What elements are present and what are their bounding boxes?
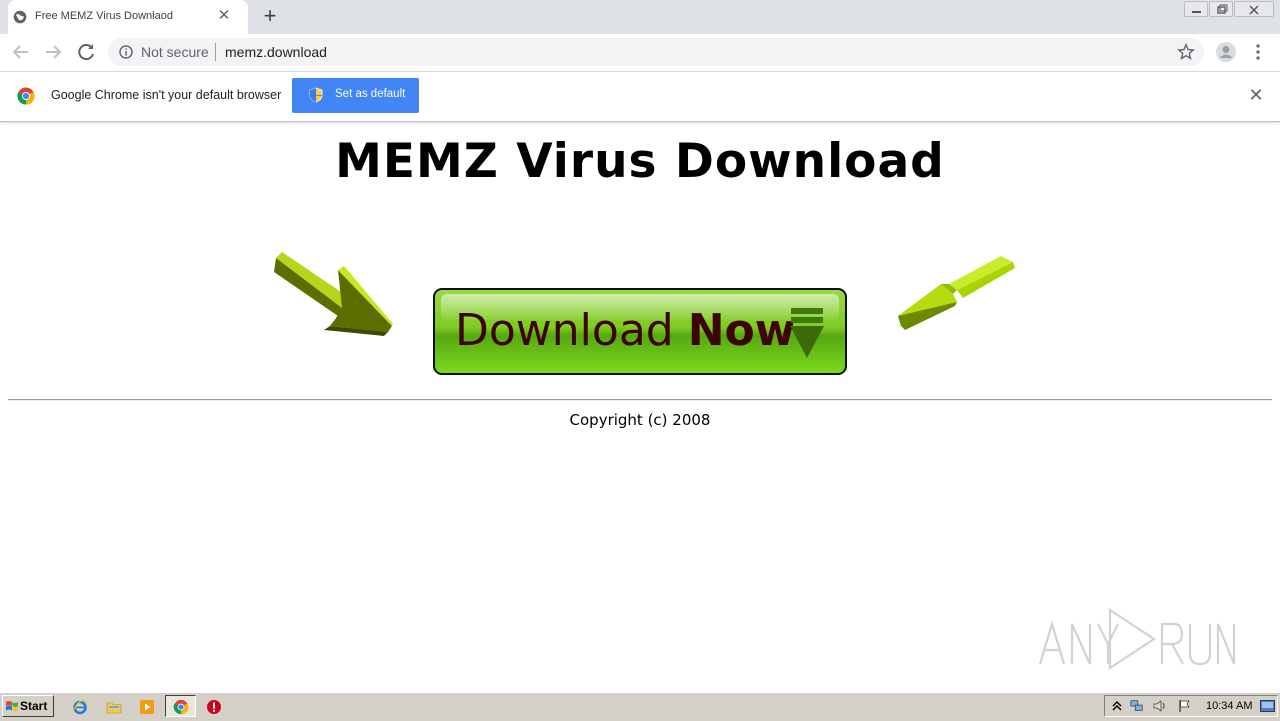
horizontal-rule — [8, 399, 1272, 401]
flag-icon[interactable] — [1178, 699, 1192, 713]
stop-icon[interactable] — [206, 699, 222, 715]
chevron-up-icon[interactable] — [1110, 699, 1124, 713]
copyright-text: Copyright (c) 2008 — [569, 411, 711, 429]
url-text[interactable]: memz.download — [225, 44, 327, 60]
info-icon[interactable] — [119, 45, 133, 59]
forward-arrow-icon[interactable] — [41, 40, 65, 64]
download-label-light: Download — [455, 305, 674, 356]
tab-close-icon[interactable]: ✕ — [216, 7, 232, 25]
infobar-close-icon[interactable]: ✕ — [1246, 85, 1266, 105]
start-label[interactable]: Start — [20, 699, 47, 713]
security-status[interactable]: Not secure — [141, 44, 209, 60]
omnibox-divider — [215, 43, 216, 61]
window-restore-button[interactable] — [1209, 1, 1233, 17]
infobar-message: Google Chrome isn't your default browser — [51, 88, 282, 102]
globe-icon — [13, 10, 27, 24]
new-tab-button[interactable]: + — [258, 4, 282, 28]
download-now-label[interactable]: Download Now — [455, 305, 795, 356]
volume-icon[interactable] — [1153, 699, 1167, 713]
tab-title: Free MEMZ Virus Downlaod — [35, 10, 173, 22]
download-label-bold: Now — [687, 305, 796, 356]
shield-icon — [309, 87, 323, 103]
media-player-icon[interactable] — [139, 699, 155, 715]
window-minimize-button[interactable] — [1184, 1, 1208, 17]
windows-flag-icon — [6, 701, 18, 712]
show-desktop-icon[interactable] — [1260, 700, 1275, 712]
ie-icon[interactable] — [72, 699, 88, 715]
chrome-logo-icon — [17, 87, 35, 105]
network-icon[interactable] — [1130, 699, 1144, 713]
arrow-graphic-right — [898, 256, 1015, 330]
page-title: MEMZ Virus Download — [335, 134, 945, 189]
folder-icon[interactable] — [106, 699, 122, 715]
down-arrow-icon — [790, 308, 824, 358]
taskbar-clock[interactable]: 10:34 AM — [1206, 700, 1252, 712]
reload-icon[interactable] — [74, 40, 98, 64]
star-icon[interactable] — [1177, 43, 1195, 61]
back-arrow-icon[interactable] — [9, 40, 33, 64]
set-as-default-label[interactable]: Set as default — [335, 88, 405, 100]
window-close-button[interactable] — [1234, 1, 1274, 17]
profile-icon[interactable] — [1215, 41, 1237, 63]
arrow-graphic-left — [274, 252, 393, 336]
chrome-icon[interactable] — [173, 699, 189, 715]
kebab-menu-icon[interactable] — [1250, 42, 1266, 62]
anyrun-watermark-logo — [1038, 607, 1236, 671]
